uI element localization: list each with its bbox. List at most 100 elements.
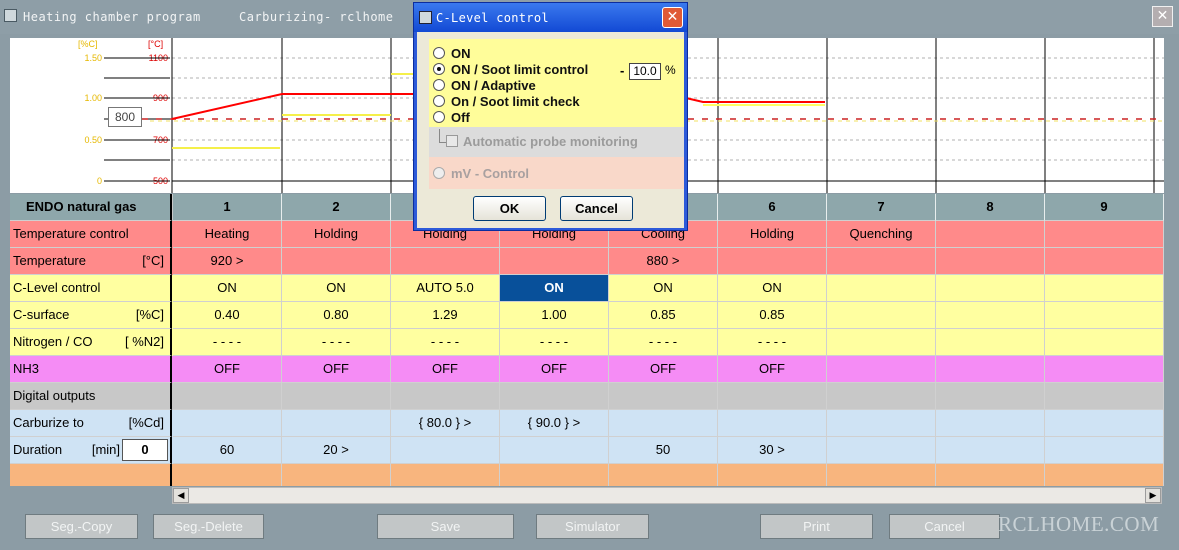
table-cell[interactable] [609,464,718,486]
table-cell[interactable]: { 90.0 } > [500,410,609,437]
table-cell[interactable] [609,383,718,410]
table-cell[interactable] [282,248,391,275]
window-close-button[interactable]: ✕ [1152,6,1173,27]
option-soot-limit-check[interactable]: On / Soot limit check [433,94,580,110]
table-cell[interactable]: 30 > [718,437,827,464]
radio-icon[interactable] [433,111,445,123]
table-cell[interactable] [936,356,1045,383]
table-cell[interactable] [718,383,827,410]
segment-header[interactable]: 1 [173,194,282,221]
table-cell[interactable] [827,410,936,437]
radio-icon[interactable] [433,95,445,107]
table-cell[interactable] [1045,437,1164,464]
seg-copy-button[interactable]: Seg.-Copy [25,514,138,539]
table-cell[interactable] [718,410,827,437]
table-cell[interactable]: OFF [500,356,609,383]
table-cell[interactable]: 50 [609,437,718,464]
table-cell[interactable] [936,302,1045,329]
table-cell[interactable]: Quenching [827,221,936,248]
option-adaptive[interactable]: ON / Adaptive [433,78,536,94]
dialog-close-button[interactable]: ✕ [662,7,683,28]
table-cell[interactable] [936,329,1045,356]
table-cell[interactable]: 1.29 [391,302,500,329]
table-cell[interactable] [282,383,391,410]
table-cell[interactable] [1045,302,1164,329]
table-cell[interactable]: Heating [173,221,282,248]
table-cell[interactable] [282,410,391,437]
segment-header[interactable]: 9 [1045,194,1164,221]
table-cell[interactable]: 880 > [609,248,718,275]
table-cell[interactable]: AUTO 5.0 [391,275,500,302]
table-horizontal-scrollbar[interactable]: ◀ ▶ [172,487,1162,504]
table-cell[interactable] [1045,329,1164,356]
radio-icon[interactable] [433,167,445,179]
table-cell[interactable] [1045,356,1164,383]
seg-delete-button[interactable]: Seg.-Delete [153,514,264,539]
table-cell[interactable] [827,464,936,486]
table-cell[interactable]: Holding [282,221,391,248]
table-cell[interactable]: - - - - [718,329,827,356]
table-cell[interactable] [173,410,282,437]
table-cell[interactable] [609,410,718,437]
table-cell[interactable] [827,329,936,356]
table-cell[interactable]: 0.40 [173,302,282,329]
scroll-left-icon[interactable]: ◀ [173,488,189,503]
table-cell[interactable]: OFF [173,356,282,383]
table-cell[interactable] [500,464,609,486]
table-cell[interactable] [1045,464,1164,486]
radio-icon[interactable] [433,79,445,91]
table-cell[interactable] [1045,221,1164,248]
segment-header[interactable]: 8 [936,194,1045,221]
dialog-cancel-button[interactable]: Cancel [560,196,633,221]
table-cell[interactable] [500,248,609,275]
table-cell[interactable] [936,437,1045,464]
segment-header[interactable]: 2 [282,194,391,221]
table-cell[interactable]: - - - - [500,329,609,356]
table-cell[interactable]: { 80.0 } > [391,410,500,437]
soot-percent-input[interactable]: 10.0 [629,63,661,80]
mv-control-option[interactable]: mV - Control [433,166,529,181]
option-soot-limit-control[interactable]: ON / Soot limit control [433,62,588,78]
table-cell[interactable] [827,383,936,410]
table-cell[interactable]: OFF [391,356,500,383]
table-cell[interactable]: 1.00 [500,302,609,329]
table-cell[interactable] [827,275,936,302]
table-cell[interactable] [827,248,936,275]
table-cell[interactable]: OFF [718,356,827,383]
table-cell[interactable] [718,248,827,275]
table-cell[interactable] [718,464,827,486]
table-cell[interactable]: 0.80 [282,302,391,329]
radio-selected-icon[interactable] [433,63,445,75]
table-cell[interactable] [1045,275,1164,302]
radio-icon[interactable] [433,47,445,59]
scroll-right-icon[interactable]: ▶ [1145,488,1161,503]
dialog-ok-button[interactable]: OK [473,196,546,221]
table-cell[interactable] [936,464,1045,486]
table-cell[interactable]: 20 > [282,437,391,464]
print-button[interactable]: Print [760,514,873,539]
table-cell[interactable] [1045,410,1164,437]
table-cell[interactable] [936,410,1045,437]
option-on[interactable]: ON [433,46,471,62]
table-cell[interactable]: 920 > [173,248,282,275]
table-cell[interactable] [391,383,500,410]
simulator-button[interactable]: Simulator [536,514,649,539]
table-cell[interactable] [1045,248,1164,275]
table-cell[interactable]: - - - - [609,329,718,356]
table-cell[interactable]: OFF [609,356,718,383]
table-cell[interactable]: OFF [282,356,391,383]
table-cell[interactable]: 60 [173,437,282,464]
table-cell[interactable]: - - - - [391,329,500,356]
table-cell[interactable]: 0.85 [609,302,718,329]
table-cell[interactable]: ON [718,275,827,302]
table-cell[interactable] [391,248,500,275]
table-cell[interactable] [936,221,1045,248]
segment-header[interactable]: 6 [718,194,827,221]
table-cell[interactable] [173,464,282,486]
segment-header[interactable]: 7 [827,194,936,221]
cancel-button[interactable]: Cancel [889,514,1000,539]
table-cell[interactable]: 0.85 [718,302,827,329]
probe-monitoring-checkbox[interactable] [446,135,458,147]
table-cell[interactable] [827,302,936,329]
duration-input[interactable]: 0 [122,439,168,461]
